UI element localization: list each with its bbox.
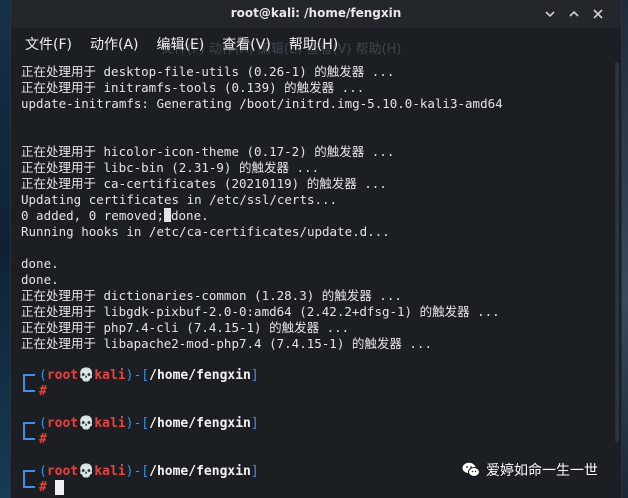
output-line: 正在处理用于 libapache2-mod-php7.4 (7.4.15-1) …	[21, 336, 432, 351]
prompt-close: ]	[250, 416, 259, 431]
output-line: 正在处理用于 initramfs-tools (0.139) 的触发器 ...	[21, 80, 365, 95]
text-cursor	[55, 480, 64, 495]
watermark: 爱婷如命一生一世	[462, 460, 598, 480]
prompt-dir: /home/fengxin	[149, 368, 251, 383]
title-bar[interactable]: root@kali: /home/fengxin	[11, 0, 621, 28]
cursor-artifact	[164, 208, 171, 222]
prompt-hash: #	[39, 480, 47, 495]
prompt-open: (	[39, 368, 47, 383]
prompt-close: ]	[250, 368, 259, 383]
watermark-text: 爱婷如命一生一世	[486, 463, 598, 479]
terminal-output[interactable]: 正在处理用于 desktop-file-utils (0.26-1) 的触发器 …	[21, 62, 611, 498]
prompt-open: (	[39, 464, 47, 479]
close-icon[interactable]	[591, 7, 605, 21]
prompt-corner	[23, 470, 35, 488]
output-line: 正在处理用于 ca-certificates (20210119) 的触发器 .…	[21, 176, 387, 191]
minimize-icon[interactable]	[543, 7, 557, 21]
menu-view[interactable]: 查看(V)	[222, 34, 271, 54]
window-title: root@kali: /home/fengxin	[230, 6, 402, 20]
prompt-sep: )-[	[125, 368, 150, 383]
prompt-hash-line: #	[39, 432, 47, 448]
prompt-hash-line: #	[39, 480, 47, 496]
output-line: update-initramfs: Generating /boot/initr…	[21, 96, 503, 111]
prompt-hash: #	[39, 384, 47, 399]
shell-prompt: (root💀kali)-[/home/fengxin]	[39, 368, 259, 384]
menu-edit[interactable]: 编辑(E)	[157, 34, 205, 54]
prompt-user-host: root💀kali	[46, 416, 126, 431]
prompt-sep: )-[	[125, 464, 150, 479]
prompt-close: ]	[250, 464, 259, 479]
prompt-sep: )-[	[125, 416, 150, 431]
prompt-dir: /home/fengxin	[149, 464, 251, 479]
menu-items: 文件(F) 动作(A) 编辑(E) 查看(V) 帮助(H)	[25, 34, 338, 54]
prompt-user-host: root💀kali	[46, 368, 126, 383]
output-line: 正在处理用于 libgdk-pixbuf-2.0-0:amd64 (2.42.2…	[21, 304, 500, 319]
output-line: 正在处理用于 libc-bin (2.31-9) 的触发器 ...	[21, 160, 320, 175]
output-line: 正在处理用于 php7.4-cli (7.4.15-1) 的触发器 ...	[21, 320, 350, 335]
maximize-icon[interactable]	[567, 7, 581, 21]
menu-file[interactable]: 文件(F)	[25, 34, 72, 54]
output-line: Updating certificates in /etc/ssl/certs.…	[21, 192, 338, 207]
prompt-hash-line: #	[39, 384, 47, 400]
menu-action[interactable]: 动作(A)	[90, 34, 139, 54]
output-line: 0 added, 0 removed; done.	[21, 208, 209, 224]
prompt-user-host: root💀kali	[46, 464, 126, 479]
output-line: Running hooks in /etc/ca-certificates/up…	[21, 224, 390, 239]
menu-help[interactable]: 帮助(H)	[289, 34, 338, 54]
prompt-hash: #	[39, 432, 47, 447]
prompt-corner	[23, 374, 35, 392]
prompt-dir: /home/fengxin	[149, 416, 251, 431]
scrollbar[interactable]	[615, 62, 619, 442]
wechat-icon	[462, 462, 480, 478]
output-line: 正在处理用于 dictionaries-common (1.28.3) 的触发器…	[21, 288, 402, 303]
menu-bar: 文件(F) 动作(A) 编辑(E) 查看(V) 帮助(H) 文件(F) 动作(A…	[11, 28, 621, 57]
prompt-open: (	[39, 416, 47, 431]
output-line-suffix: done.	[171, 208, 209, 223]
output-line: 正在处理用于 desktop-file-utils (0.26-1) 的触发器 …	[21, 64, 395, 79]
terminal-window: root@kali: /home/fengxin 文件(F) 动作(A) 编辑(…	[10, 0, 622, 498]
output-line: done.	[21, 272, 59, 287]
output-line-text: 0 added, 0 removed;	[21, 208, 164, 223]
prompt-corner	[23, 422, 35, 440]
output-line: 正在处理用于 hicolor-icon-theme (0.17-2) 的触发器 …	[21, 144, 395, 159]
desktop-background-left	[0, 0, 10, 498]
shell-prompt: (root💀kali)-[/home/fengxin]	[39, 416, 259, 432]
output-line: done.	[21, 256, 59, 271]
shell-prompt: (root💀kali)-[/home/fengxin]	[39, 464, 259, 480]
